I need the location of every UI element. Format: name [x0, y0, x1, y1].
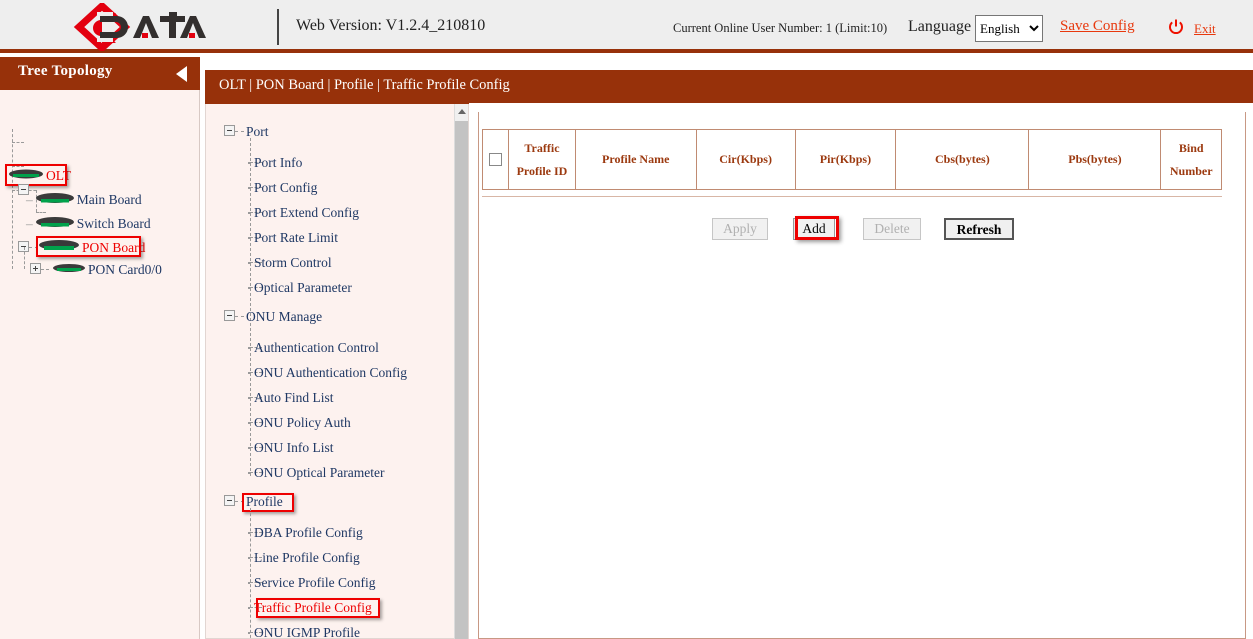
tree-node-main-board[interactable]: – Main Board	[26, 189, 142, 211]
select-all-cell	[483, 130, 509, 190]
menu-item-onu-authentication-config[interactable]: ONU Authentication Config	[254, 365, 407, 381]
column-bind-number: Bind Number	[1161, 130, 1222, 190]
tree-dash-icon: –	[26, 216, 33, 232]
menu-connector	[235, 501, 244, 502]
menu-item-port-rate-limit[interactable]: Port Rate Limit	[254, 230, 338, 246]
tree-connector	[12, 142, 24, 143]
tree-node-label: PON Card0/0	[88, 263, 162, 277]
cdata-logo-icon	[70, 3, 210, 51]
menu-item-traffic-profile-config[interactable]: Traffic Profile Config	[254, 600, 372, 616]
column-traffic-profile-id: Traffic Profile ID	[509, 130, 576, 190]
refresh-button[interactable]: Refresh	[944, 218, 1014, 240]
tree-node-label: PON Board	[82, 241, 145, 255]
header-divider	[277, 9, 279, 45]
tree-connector	[41, 269, 49, 270]
menu-group-label: ONU Manage	[246, 309, 322, 325]
menu-scrollbar[interactable]	[454, 104, 468, 639]
menu-item-dba-profile-config[interactable]: DBA Profile Config	[254, 525, 363, 541]
tree-connector	[29, 247, 38, 248]
add-button[interactable]: Add	[793, 218, 835, 240]
device-icon	[35, 216, 75, 233]
column-profile-name: Profile Name	[575, 130, 696, 190]
column-cir-kbps: Cir(Kbps)	[696, 130, 795, 190]
menu-expander-port[interactable]	[224, 125, 235, 136]
menu-expander-onu-manage[interactable]	[224, 310, 235, 321]
content-panel	[478, 112, 1246, 639]
menu-item-onu-igmp-profile[interactable]: ONU IGMP Profile	[254, 625, 360, 639]
column-pbs-bytes: Pbs(bytes)	[1029, 130, 1161, 190]
breadcrumb-bar: OLT | PON Board | Profile | Traffic Prof…	[205, 70, 1253, 103]
action-button-row: Apply Add Delete Refresh	[482, 218, 1222, 242]
collapse-left-arrow-icon[interactable]	[176, 66, 187, 82]
tree-node-pon-board[interactable]: PON Board	[38, 237, 145, 259]
menu-connector	[250, 508, 251, 639]
menu-connector	[235, 131, 244, 132]
tree-topology-title: Tree Topology	[18, 63, 113, 80]
exit-link[interactable]: Exit	[1194, 21, 1216, 37]
power-icon	[1168, 19, 1184, 35]
delete-button[interactable]: Delete	[863, 218, 921, 240]
chevron-up-icon	[458, 109, 466, 114]
tree-expander-pon-board[interactable]	[18, 184, 29, 195]
app-header: Web Version: V1.2.4_210810 Current Onlin…	[0, 0, 1253, 53]
apply-button[interactable]: Apply	[712, 218, 768, 240]
online-user-count: Current Online User Number: 1 (Limit:10)	[673, 21, 887, 36]
scrollbar-up-button[interactable]	[455, 104, 468, 119]
menu-group-profile[interactable]: Profile	[246, 494, 283, 510]
menu-group-label: Profile	[246, 494, 283, 510]
menu-item-port-info[interactable]: Port Info	[254, 155, 302, 171]
scrollbar-thumb[interactable]	[455, 121, 468, 639]
tree-topology-panel: Tree Topology OLT – Main Board –	[0, 57, 200, 639]
menu-expander-profile[interactable]	[224, 495, 235, 506]
traffic-profile-table: Traffic Profile ID Profile Name Cir(Kbps…	[482, 129, 1222, 190]
language-label: Language	[908, 18, 971, 36]
tree-node-label: OLT	[46, 169, 71, 183]
select-all-checkbox[interactable]	[489, 153, 502, 166]
menu-item-authentication-control[interactable]: Authentication Control	[254, 340, 379, 356]
menu-connector	[235, 316, 244, 317]
column-pir-kbps: Pir(Kbps)	[795, 130, 896, 190]
device-icon	[52, 262, 86, 278]
tree-expander-pon-card[interactable]	[30, 263, 41, 274]
menu-item-line-profile-config[interactable]: Line Profile Config	[254, 550, 360, 566]
menu-item-auto-find-list[interactable]: Auto Find List	[254, 390, 334, 406]
menu-connector	[250, 138, 251, 476]
menu-item-onu-info-list[interactable]: ONU Info List	[254, 440, 334, 456]
tree-node-pon-card[interactable]: PON Card0/0	[52, 259, 162, 281]
menu-item-optical-parameter[interactable]: Optical Parameter	[254, 280, 352, 296]
device-icon	[8, 168, 44, 184]
save-config-link[interactable]: Save Config	[1060, 18, 1135, 35]
menu-group-onu-manage[interactable]: ONU Manage	[246, 309, 322, 325]
menu-item-service-profile-config[interactable]: Service Profile Config	[254, 575, 375, 591]
language-select[interactable]: English	[975, 15, 1043, 42]
menu-item-port-config[interactable]: Port Config	[254, 180, 317, 196]
menu-tree-panel: Port Port Info Port Config Port Extend C…	[205, 104, 469, 639]
web-version-label: Web Version: V1.2.4_210810	[296, 17, 485, 35]
column-cbs-bytes: Cbs(bytes)	[896, 130, 1029, 190]
tree-node-label: Main Board	[77, 193, 142, 207]
table-header-row: Traffic Profile ID Profile Name Cir(Kbps…	[483, 130, 1222, 190]
tree-node-switch-board[interactable]: – Switch Board	[26, 213, 151, 235]
tree-connector	[12, 129, 13, 269]
table-bottom-rule	[482, 196, 1222, 197]
device-icon	[35, 192, 75, 209]
breadcrumb: OLT | PON Board | Profile | Traffic Prof…	[219, 77, 510, 94]
device-icon	[38, 239, 80, 257]
menu-item-onu-optical-parameter[interactable]: ONU Optical Parameter	[254, 465, 384, 481]
menu-item-port-extend-config[interactable]: Port Extend Config	[254, 205, 359, 221]
tree-connector	[24, 247, 25, 269]
menu-item-onu-policy-auth[interactable]: ONU Policy Auth	[254, 415, 351, 431]
menu-item-storm-control[interactable]: Storm Control	[254, 255, 332, 271]
tree-node-label: Switch Board	[77, 217, 151, 231]
tree-connector	[29, 190, 36, 191]
